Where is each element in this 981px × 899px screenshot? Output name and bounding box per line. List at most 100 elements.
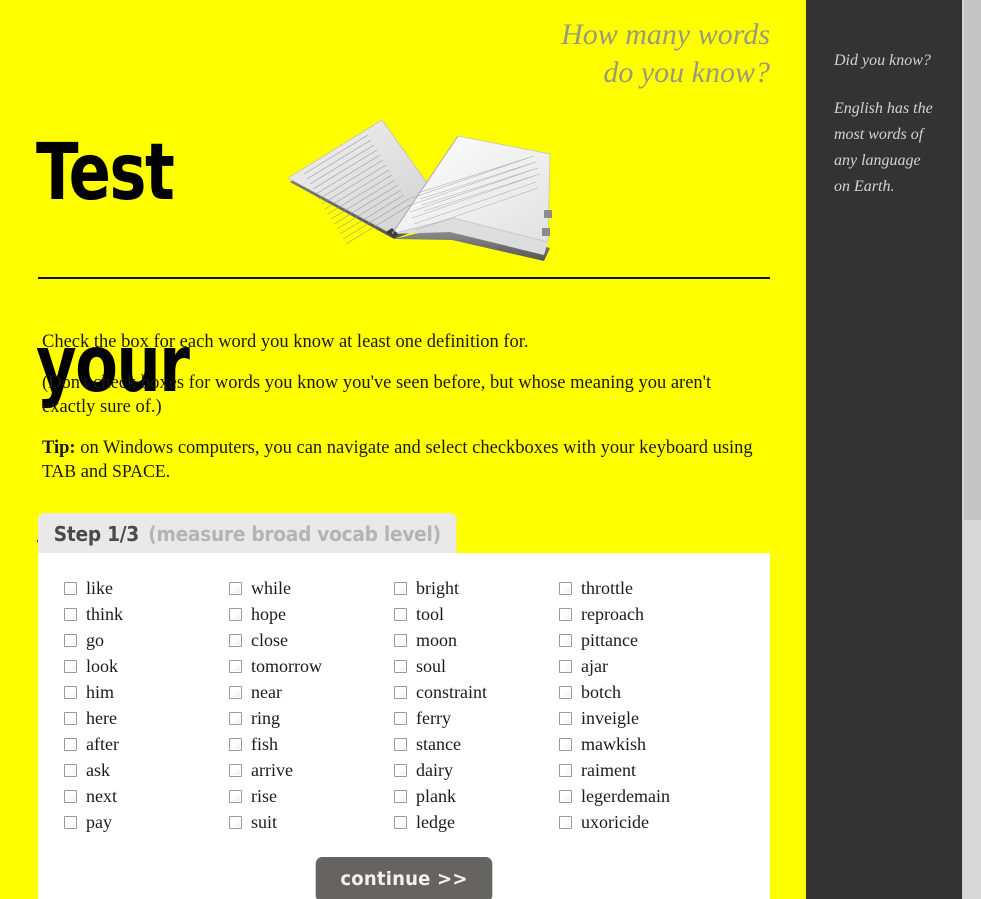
checkbox-icon[interactable] (64, 815, 77, 829)
tip-key-space: SPACE (112, 461, 166, 482)
word-checkbox-item[interactable]: inveigle (559, 705, 744, 731)
checkbox-icon[interactable] (394, 763, 407, 777)
checkbox-icon[interactable] (559, 737, 572, 751)
checkbox-icon[interactable] (229, 711, 242, 725)
word-checkbox-item[interactable]: suit (229, 809, 394, 835)
checkbox-icon[interactable] (229, 789, 242, 803)
word-checkbox-item[interactable]: go (64, 627, 229, 653)
checkbox-icon[interactable] (64, 633, 77, 647)
word-checkbox-item[interactable]: tool (394, 601, 559, 627)
checkbox-icon[interactable] (394, 659, 407, 673)
word-label: throttle (581, 577, 633, 598)
checkbox-icon[interactable] (394, 581, 407, 595)
checkbox-icon[interactable] (64, 763, 77, 777)
word-label: bright (416, 577, 459, 598)
checkbox-icon[interactable] (394, 737, 407, 751)
continue-button[interactable]: continue >> (315, 857, 493, 899)
word-label: arrive (251, 759, 293, 780)
sidebar-content: Did you know? English has the most words… (806, 0, 962, 200)
word-checkbox-item[interactable]: look (64, 653, 229, 679)
word-checkbox-item[interactable]: plank (394, 783, 559, 809)
checkbox-icon[interactable] (394, 815, 407, 829)
page-scrollbar[interactable] (962, 0, 981, 899)
word-checkbox-item[interactable]: hope (229, 601, 394, 627)
word-label: inveigle (581, 707, 639, 728)
instruction-line-1: Check the box for each word you know at … (42, 332, 529, 352)
word-label: soul (416, 655, 447, 676)
word-checkbox-item[interactable]: reproach (559, 601, 744, 627)
word-checkbox-item[interactable]: next (64, 783, 229, 809)
word-checkbox-item[interactable]: raiment (559, 757, 744, 783)
word-checkbox-item[interactable]: stance (394, 731, 559, 757)
word-checkbox-item[interactable]: ring (229, 705, 394, 731)
word-checkbox-item[interactable]: ledge (394, 809, 559, 835)
checkbox-icon[interactable] (229, 659, 242, 673)
word-checkbox-item[interactable]: ajar (559, 653, 744, 679)
checkbox-icon[interactable] (559, 711, 572, 725)
checkbox-icon[interactable] (64, 737, 77, 751)
checkbox-icon[interactable] (64, 789, 77, 803)
word-checkbox-item[interactable]: pay (64, 809, 229, 835)
word-column-1: like think go look him here after ask next pay (64, 575, 229, 835)
checkbox-icon[interactable] (64, 607, 77, 621)
checkbox-icon[interactable] (64, 581, 77, 595)
word-checkbox-item[interactable]: tomorrow (229, 653, 394, 679)
word-checkbox-item[interactable]: uxoricide (559, 809, 744, 835)
word-checkbox-item[interactable]: near (229, 679, 394, 705)
word-label: ledge (416, 811, 455, 832)
checkbox-icon[interactable] (559, 789, 572, 803)
checkbox-icon[interactable] (229, 763, 242, 777)
checkbox-icon[interactable] (559, 815, 572, 829)
word-checkbox-item[interactable]: fish (229, 731, 394, 757)
word-checkbox-item[interactable]: constraint (394, 679, 559, 705)
word-label: stance (416, 733, 461, 754)
word-checkbox-item[interactable]: rise (229, 783, 394, 809)
checkbox-icon[interactable] (229, 581, 242, 595)
word-column-3: bright tool moon soul constraint ferry stance d… (394, 575, 559, 835)
word-checkbox-item[interactable]: like (64, 575, 229, 601)
checkbox-icon[interactable] (64, 711, 77, 725)
checkbox-icon[interactable] (229, 685, 242, 699)
word-checkbox-item[interactable]: botch (559, 679, 744, 705)
word-checkbox-item[interactable]: pittance (559, 627, 744, 653)
checkbox-icon[interactable] (559, 685, 572, 699)
checkbox-icon[interactable] (229, 607, 242, 621)
word-label: uxoricide (581, 811, 649, 832)
word-checkbox-item[interactable]: after (64, 731, 229, 757)
word-label: botch (581, 681, 621, 702)
word-checkbox-item[interactable]: soul (394, 653, 559, 679)
word-checkbox-item[interactable]: throttle (559, 575, 744, 601)
word-checkbox-item[interactable]: mawkish (559, 731, 744, 757)
checkbox-icon[interactable] (559, 633, 572, 647)
checkbox-icon[interactable] (559, 659, 572, 673)
checkbox-icon[interactable] (394, 711, 407, 725)
word-checkbox-item[interactable]: moon (394, 627, 559, 653)
checkbox-icon[interactable] (64, 685, 77, 699)
checkbox-icon[interactable] (64, 659, 77, 673)
word-checkbox-item[interactable]: him (64, 679, 229, 705)
word-checkbox-item[interactable]: here (64, 705, 229, 731)
checkbox-icon[interactable] (229, 633, 242, 647)
word-checkbox-item[interactable]: arrive (229, 757, 394, 783)
checkbox-icon[interactable] (229, 737, 242, 751)
word-checkbox-item[interactable]: bright (394, 575, 559, 601)
instruction-tip: Tip: on Windows computers, you can navig… (42, 436, 758, 485)
checkbox-icon[interactable] (559, 581, 572, 595)
sidebar: Did you know? English has the most words… (806, 0, 962, 899)
checkbox-icon[interactable] (394, 789, 407, 803)
scrollbar-thumb[interactable] (964, 0, 981, 520)
word-checkbox-item[interactable]: ask (64, 757, 229, 783)
word-checkbox-item[interactable]: while (229, 575, 394, 601)
word-checkbox-item[interactable]: ferry (394, 705, 559, 731)
checkbox-icon[interactable] (394, 607, 407, 621)
word-checkbox-item[interactable]: close (229, 627, 394, 653)
checkbox-icon[interactable] (394, 685, 407, 699)
checkbox-icon[interactable] (559, 607, 572, 621)
word-checkbox-item[interactable]: legerdemain (559, 783, 744, 809)
checkbox-icon[interactable] (229, 815, 242, 829)
word-checkbox-item[interactable]: dairy (394, 757, 559, 783)
word-checkbox-item[interactable]: think (64, 601, 229, 627)
checkbox-icon[interactable] (394, 633, 407, 647)
tip-label: Tip: (42, 437, 76, 458)
checkbox-icon[interactable] (559, 763, 572, 777)
